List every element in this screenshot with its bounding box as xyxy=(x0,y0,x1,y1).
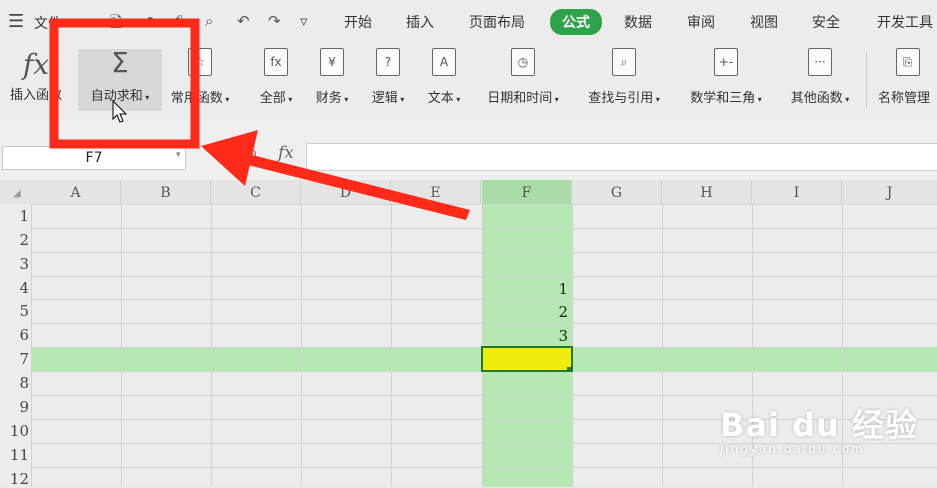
arrow-shaft xyxy=(236,152,470,220)
baidu-watermark: Bai du 经验 jingyan.baidu.com xyxy=(720,400,918,456)
arrow-head xyxy=(201,130,258,186)
watermark-logo: Bai du 经验 xyxy=(720,406,918,444)
highlight-box xyxy=(49,18,200,149)
mouse-cursor-icon xyxy=(112,100,128,123)
